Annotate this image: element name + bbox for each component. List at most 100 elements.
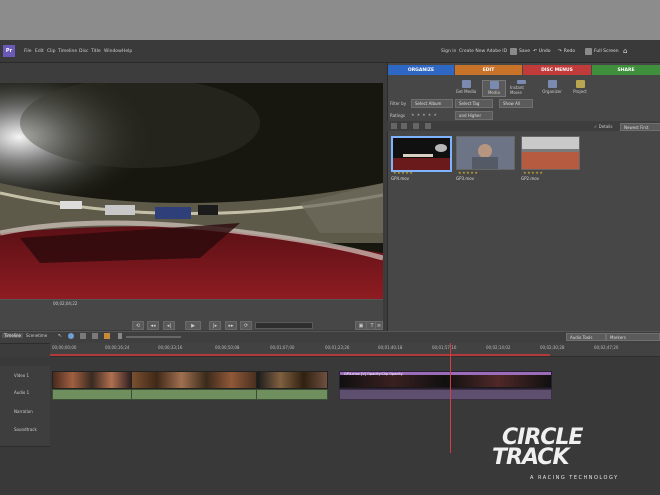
video-clip[interactable] (256, 371, 328, 389)
media-thumb-gp4[interactable] (391, 136, 452, 172)
menu-disc[interactable]: Disc (79, 49, 89, 54)
menu-edit[interactable]: Edit (35, 49, 44, 54)
media-thumb-gp2[interactable] (521, 136, 580, 170)
fullscreen-label: Full Screen (594, 48, 619, 54)
tab-organize[interactable]: ORGANIZE (388, 65, 454, 75)
tick-4: 00;01;07;00 (270, 345, 295, 350)
smart-trim-icon[interactable] (68, 333, 74, 339)
zoom-slider[interactable] (126, 336, 181, 338)
fast-forward-button[interactable]: ▸▸ (225, 321, 237, 330)
rating-stars-filter[interactable]: ★★★★★ (411, 112, 439, 117)
playhead[interactable] (450, 343, 451, 453)
fast-forward-icon: ▸▸ (228, 322, 234, 329)
media-icon (489, 81, 499, 89)
tab-share[interactable]: SHARE (592, 65, 660, 75)
track-label-audio1: Audio 1 (14, 390, 30, 395)
menu-help[interactable]: Help (122, 49, 132, 54)
tab-edit[interactable]: EDIT (455, 65, 522, 75)
monitor-preview[interactable] (0, 83, 383, 299)
watermark-line2: TRACK (492, 445, 569, 470)
fullscreen-button[interactable]: Full Screen (582, 46, 622, 56)
monitor-header (0, 63, 383, 83)
menu-file[interactable]: File (24, 49, 32, 54)
track-label-video1: Video 1 (14, 373, 30, 378)
clip-frames (340, 375, 551, 387)
camera-icon: ▣ (358, 322, 364, 329)
properties-icon[interactable] (80, 333, 86, 339)
audio-clip[interactable] (256, 389, 328, 400)
instant-movie-tool[interactable]: Instant Movie (510, 80, 532, 95)
audio-tools-value: Audio Tools (570, 334, 593, 340)
menu-timeline[interactable]: Timeline (58, 49, 77, 54)
redo-button[interactable]: ↷ Redo (555, 46, 578, 56)
tag-select[interactable]: Select Tag (455, 99, 493, 108)
details-checkbox[interactable]: ✓ Details (594, 124, 613, 129)
show-all-button[interactable]: Show All (499, 99, 533, 108)
details-label: Details (598, 124, 613, 129)
menu-window[interactable]: Window (104, 49, 122, 54)
step-forward-button[interactable]: |▸ (209, 321, 221, 330)
menu-options-button[interactable]: ≡ (375, 321, 383, 330)
markers-select[interactable]: Markers (606, 333, 660, 341)
and-higher-select[interactable]: and Higher (455, 111, 493, 120)
tick-6: 00;01;40;18 (378, 345, 403, 350)
audio-clip[interactable] (52, 389, 132, 400)
project-icon (575, 80, 585, 88)
menu-clip[interactable]: Clip (47, 49, 56, 54)
trash-icon[interactable] (413, 123, 419, 129)
step-back-button[interactable]: ◂| (163, 321, 175, 330)
audio-mixer-icon[interactable] (92, 333, 98, 339)
get-media-tool[interactable]: Get Media (455, 80, 477, 95)
tab-disc-menus[interactable]: DISC MENUS (523, 65, 591, 75)
thumb-gp2-image (522, 137, 579, 169)
instant-movie-icon (516, 80, 526, 84)
get-media-icon (461, 80, 471, 88)
go-to-end-button[interactable]: ⟳ (240, 321, 252, 330)
thumb-gp4-name: GP4.mov (391, 176, 410, 181)
media-tool[interactable]: Media (482, 80, 506, 97)
ratings-label: Ratings (390, 113, 405, 118)
signin-link[interactable]: Sign in (441, 49, 456, 54)
thumb-gp4-rating[interactable]: ★★★★★ (393, 170, 413, 175)
project-tool[interactable]: Project (569, 80, 591, 95)
get-media-label: Get Media (455, 89, 477, 94)
tick-9: 00;02;30;28 (540, 345, 565, 350)
menu-title[interactable]: Title (91, 49, 101, 54)
thumb-gp2-rating[interactable]: ★★★★★ (523, 170, 543, 175)
media-label: Media (487, 90, 500, 95)
sort-select[interactable]: Newest First (620, 123, 660, 131)
step-back-icon: ◂| (166, 322, 172, 329)
rewind-button[interactable]: ◂◂ (147, 321, 159, 330)
video-clip[interactable] (52, 371, 132, 389)
audio-tools-select[interactable]: Audio Tools (566, 333, 606, 341)
markers-icon[interactable] (104, 333, 110, 339)
tab-timeline[interactable]: Timeline (2, 333, 24, 338)
organizer-label: Organizer (542, 89, 562, 94)
audio-clip[interactable] (131, 389, 257, 400)
list-view-icon[interactable] (401, 123, 407, 129)
project-label: Project (573, 89, 587, 94)
work-area-bar[interactable] (50, 354, 550, 356)
filter-by-label: Filter by (390, 101, 407, 106)
home-button[interactable]: ⌂ (620, 46, 630, 56)
play-button[interactable]: ▶ (185, 321, 201, 330)
folder-icon[interactable] (425, 123, 431, 129)
thumb-gp3-rating[interactable]: ★★★★★ (458, 170, 478, 175)
go-to-start-button[interactable]: ⟲ (132, 321, 144, 330)
video-clip-gp4[interactable]: GP4.mov [V] Opacity:Clip Opacity (339, 371, 552, 389)
audio-clip-gp4[interactable] (339, 389, 552, 400)
album-select[interactable]: Select Album (411, 99, 453, 108)
scrub-bar[interactable] (255, 322, 313, 329)
media-thumb-gp3[interactable] (456, 136, 515, 170)
grid-view-icon[interactable] (391, 123, 397, 129)
organizer-tool[interactable]: Organizer (541, 80, 563, 95)
tab-scenetime[interactable]: Scenetime (26, 333, 47, 338)
clip-label: GP4.mov [V] Opacity:Clip Opacity (344, 372, 403, 376)
selection-tool-icon[interactable]: ↖ (58, 333, 62, 339)
zoom-out-icon[interactable] (118, 333, 122, 339)
title-icon: T (370, 322, 374, 329)
create-adobe-id-link[interactable]: Create New Adobe ID (459, 49, 507, 54)
home-icon: ⌂ (623, 47, 628, 55)
video-clip[interactable] (131, 371, 257, 389)
undo-button[interactable]: ↶ Undo (530, 46, 554, 56)
